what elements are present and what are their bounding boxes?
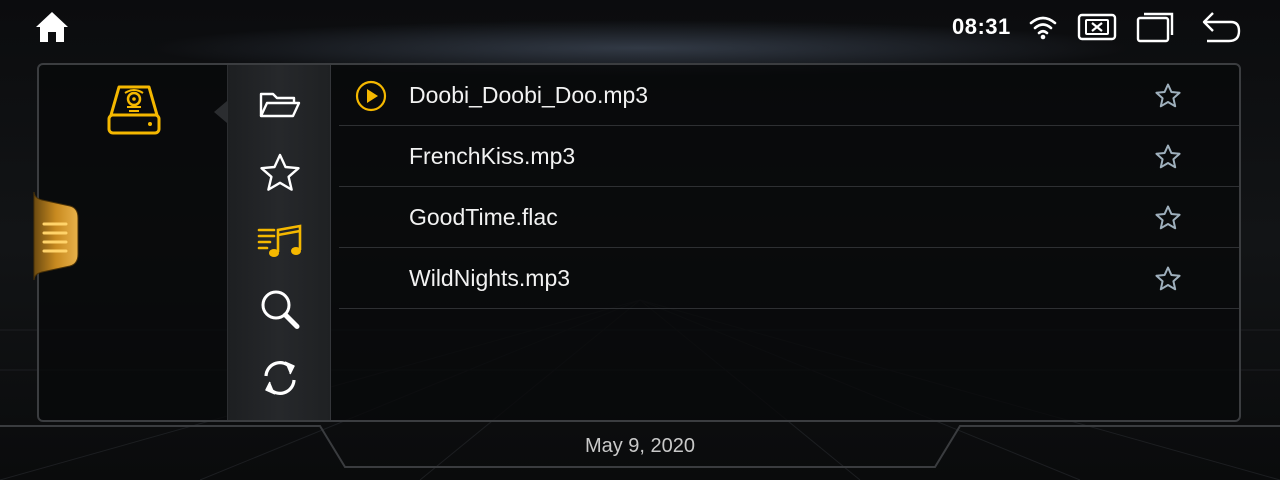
nav-refresh-button[interactable] [228,348,332,408]
track-title: WildNights.mp3 [409,265,571,291]
star-icon [260,153,300,191]
usb-source-button[interactable] [105,83,163,137]
wifi-icon [1029,16,1057,40]
track-list: Doobi_Doobi_Doo.mp3 FrenchKiss.mp3 GoodT… [339,65,1239,420]
clock: 08:31 [952,14,1011,39]
refresh-icon [264,361,296,395]
favorite-star-icon[interactable] [1154,143,1182,171]
back-button[interactable] [1199,11,1241,43]
now-playing-icon [355,80,387,112]
track-row[interactable]: FrenchKiss.mp3 [339,126,1239,187]
folder-icon [259,92,301,118]
recent-windows-button[interactable] [1136,11,1176,43]
source-pointer [214,101,227,123]
nav-folder-button[interactable] [228,75,332,135]
music-playlist-icon [257,224,302,257]
track-row[interactable]: GoodTime.flac [339,187,1239,248]
track-row[interactable]: WildNights.mp3 [339,248,1239,309]
nav-favorites-button[interactable] [228,143,332,203]
menu-handle-icon [33,191,79,281]
track-title: FrenchKiss.mp3 [409,143,576,169]
search-icon [261,290,300,329]
track-row[interactable]: Doobi_Doobi_Doo.mp3 [339,65,1239,126]
nav-column [227,65,331,420]
favorite-star-icon[interactable] [1154,82,1182,110]
media-browser-panel: Doobi_Doobi_Doo.mp3 FrenchKiss.mp3 GoodT… [37,63,1241,422]
favorite-star-icon[interactable] [1154,204,1182,232]
home-icon [36,12,68,42]
nav-search-button[interactable] [228,280,332,340]
track-title: GoodTime.flac [409,204,558,230]
side-menu-handle[interactable] [30,188,80,284]
nav-playlist-button[interactable] [228,212,332,272]
bottom-bar: May 9, 2020 [0,425,1280,480]
close-app-icon [1077,13,1117,41]
close-app-button[interactable] [1077,11,1117,43]
usb-drive-icon [107,85,161,135]
recent-windows-icon [1136,12,1174,43]
back-icon [1202,12,1241,43]
track-title: Doobi_Doobi_Doo.mp3 [409,82,649,108]
favorite-star-icon[interactable] [1154,265,1182,293]
home-button[interactable] [34,10,70,44]
status-bar: 08:31 [0,0,1280,56]
date-label: May 9, 2020 [584,435,696,457]
